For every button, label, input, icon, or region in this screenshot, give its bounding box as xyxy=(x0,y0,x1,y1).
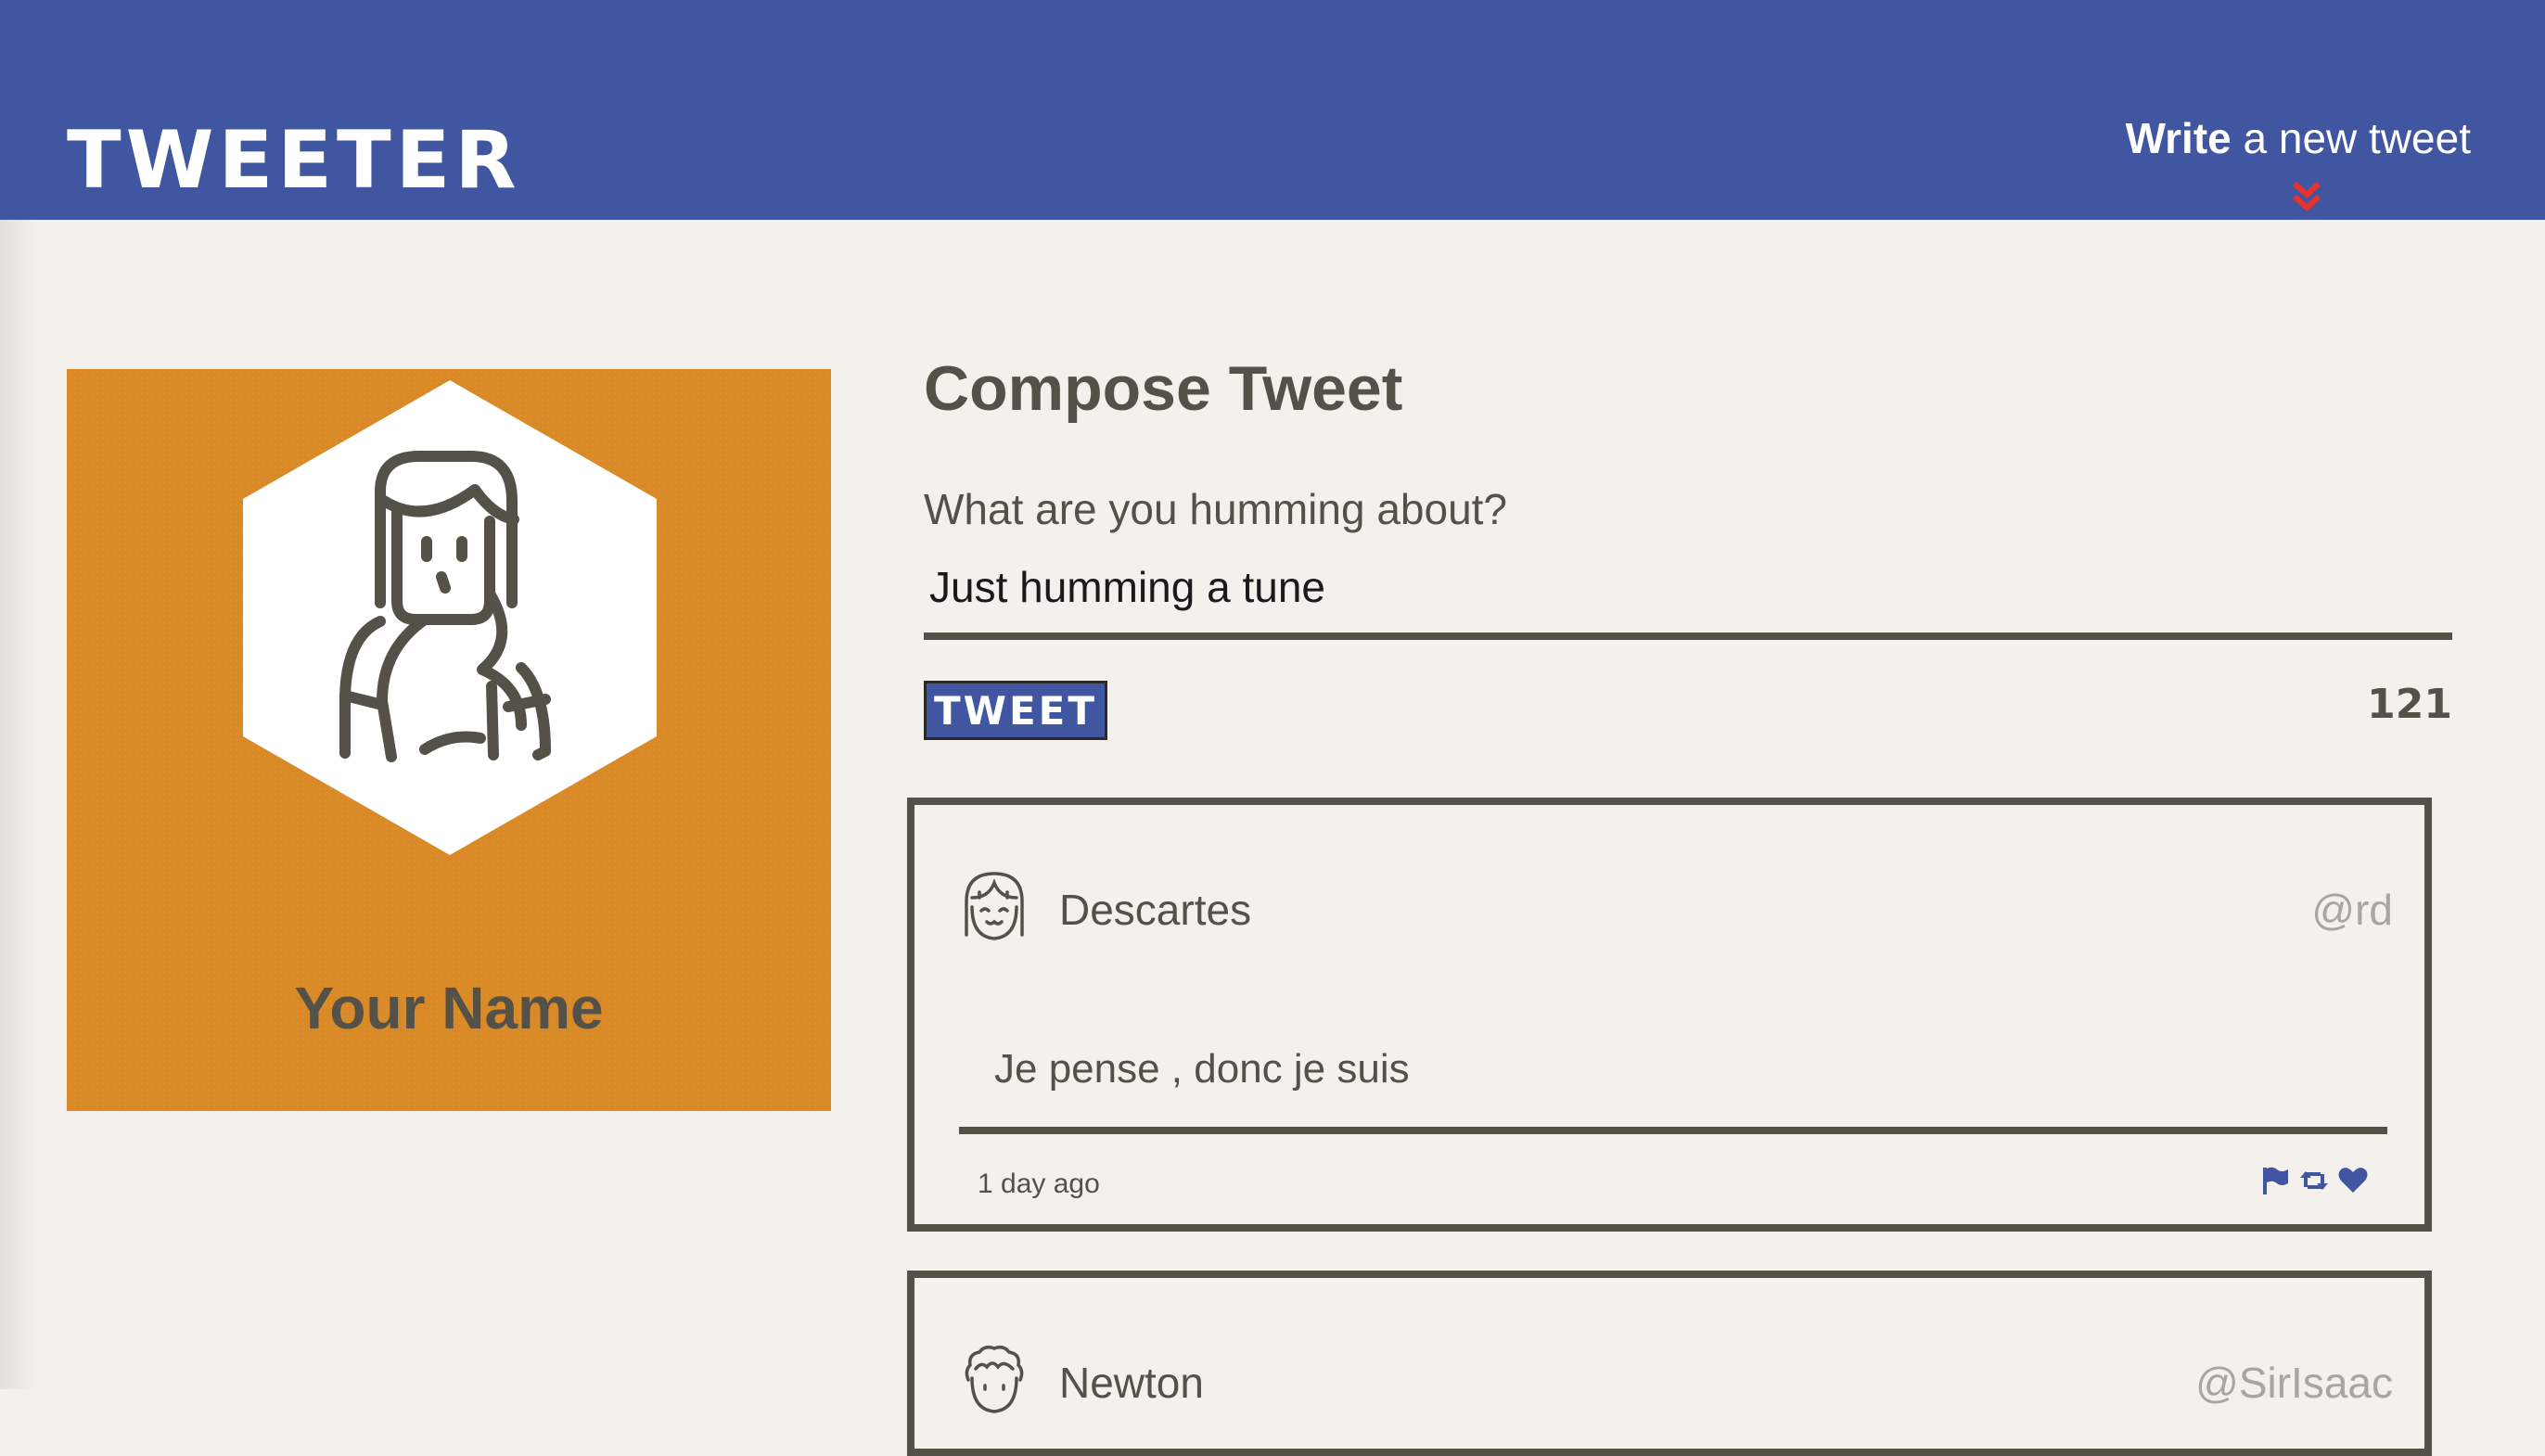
smiling-face-avatar-icon xyxy=(961,870,1028,944)
tweet-text-input[interactable] xyxy=(924,542,2452,640)
top-navigation-bar: TWEETER Write a new tweet xyxy=(0,0,2545,220)
compose-prompt-label: What are you humming about? xyxy=(924,485,1508,533)
heart-icon[interactable] xyxy=(2337,1165,2369,1196)
retweet-icon[interactable] xyxy=(2298,1165,2330,1196)
tweet-card: Descartes @rd Je pense , donc je suis 1 … xyxy=(907,798,2432,1232)
tweet-author-name: Newton xyxy=(1059,1359,1204,1407)
flag-icon[interactable] xyxy=(2259,1165,2291,1196)
tweet-timestamp: 1 day ago xyxy=(978,1169,1100,1199)
tweet-submit-button[interactable]: TWEET xyxy=(924,681,1107,740)
brand-logo: TWEETER xyxy=(67,114,521,207)
tweet-divider xyxy=(959,1127,2387,1134)
curly-hair-avatar-icon xyxy=(961,1343,1028,1417)
tweet-author-handle: @rd xyxy=(2311,886,2393,934)
profile-name: Your Name xyxy=(294,975,604,1041)
profile-card: Your Name xyxy=(67,369,831,1111)
chevron-double-down-icon[interactable] xyxy=(2289,178,2324,215)
character-counter: 121 xyxy=(2367,681,2452,728)
compose-title: Compose Tweet xyxy=(924,353,1403,424)
tweet-author-name: Descartes xyxy=(1059,886,1252,934)
woman-avatar-icon xyxy=(243,380,657,855)
tweet-actions xyxy=(2259,1165,2369,1196)
write-new-tweet-link[interactable]: Write a new tweet xyxy=(2126,117,2471,160)
tweet-card: Newton @SirIsaac xyxy=(907,1271,2432,1456)
tweet-body-text: Je pense , donc je suis xyxy=(994,1046,1410,1092)
tweet-author-handle: @SirIsaac xyxy=(2195,1359,2393,1407)
write-new-tweet-bold: Write xyxy=(2125,114,2232,162)
write-new-tweet-rest: a new tweet xyxy=(2231,114,2472,162)
